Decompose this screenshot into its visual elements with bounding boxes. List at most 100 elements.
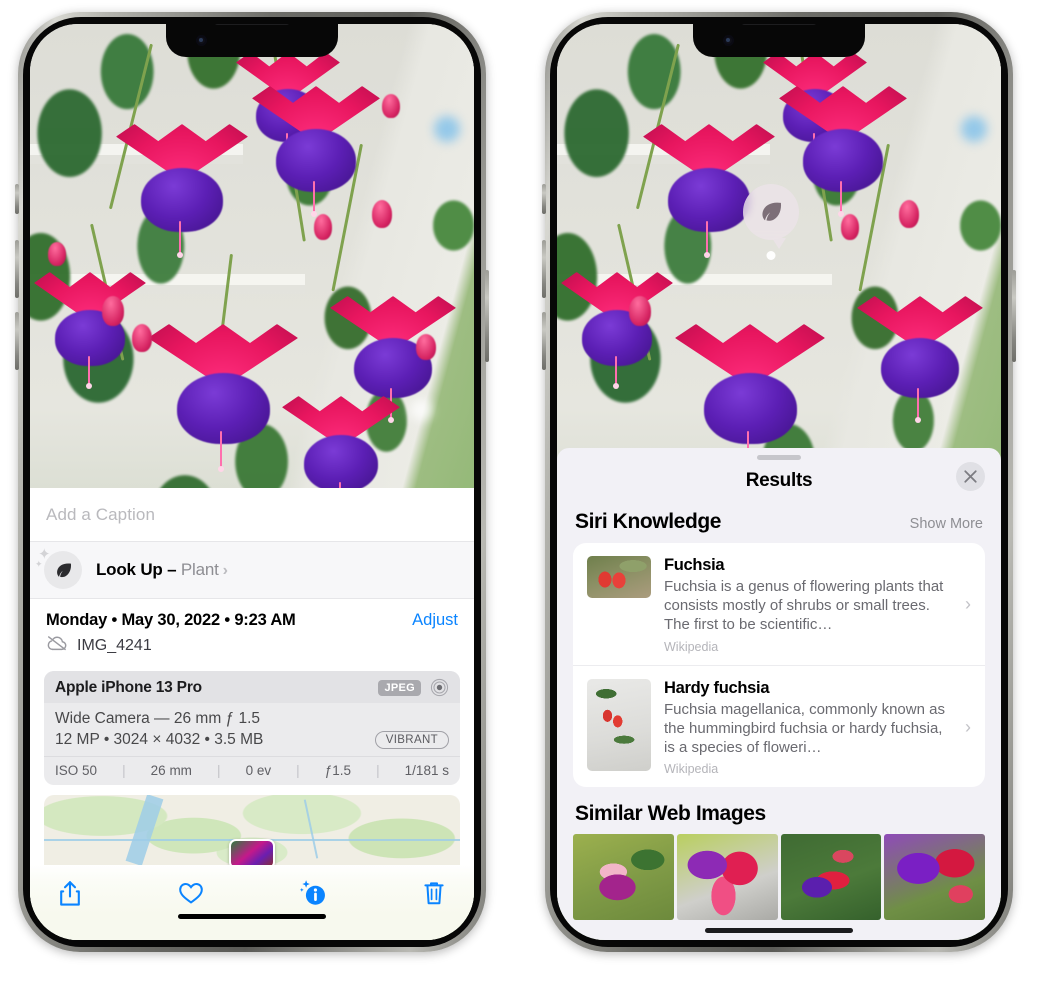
result-thumbnail: [587, 678, 651, 771]
result-text: Fuchsia Fuchsia is a genus of flowering …: [664, 556, 948, 654]
share-icon[interactable]: [56, 878, 84, 908]
info-sparkle-icon[interactable]: [299, 878, 327, 908]
earpiece-speaker: [214, 24, 290, 25]
metadata-file-row: IMG_4241: [46, 635, 458, 656]
result-text: Hardy fuchsia Fuchsia magellanica, commo…: [664, 679, 948, 777]
look-up-row[interactable]: ✦ ✦ Look Up – Plant ›: [30, 541, 474, 598]
photo-location-pin[interactable]: [229, 839, 275, 865]
home-indicator[interactable]: [178, 914, 326, 919]
web-image-thumb[interactable]: [884, 834, 985, 921]
flower-bud: [629, 296, 651, 326]
location-map-card[interactable]: [44, 795, 460, 865]
bokeh-highlight: [434, 116, 460, 142]
fuchsia-bloom: [330, 296, 456, 423]
exif-card[interactable]: Apple iPhone 13 Pro JPEG Wide Camera — 2…: [44, 671, 460, 785]
visual-look-up-badge[interactable]: [743, 184, 799, 240]
bokeh-highlight: [961, 116, 987, 142]
resolution-info: 12 MP • 3024 × 4032 • 3.5 MB: [55, 731, 264, 748]
mute-switch[interactable]: [15, 184, 19, 214]
map-road: [125, 795, 163, 865]
trash-icon[interactable]: [420, 878, 448, 908]
front-camera: [723, 35, 734, 46]
result-title: Hardy fuchsia: [664, 678, 770, 697]
exif-stat-shutter: 1/181 s: [404, 763, 449, 778]
result-title: Fuchsia: [664, 556, 725, 574]
format-badge: JPEG: [378, 679, 421, 696]
fuchsia-bloom: [116, 124, 248, 258]
heart-icon[interactable]: [177, 878, 205, 908]
exif-header: Apple iPhone 13 Pro JPEG: [44, 671, 460, 703]
web-image-thumb[interactable]: [676, 834, 778, 921]
fuchsia-bloom: [675, 324, 825, 472]
volume-down[interactable]: [542, 312, 546, 370]
look-up-icon-wrap: ✦ ✦: [35, 547, 82, 589]
camera-device-name: Apple iPhone 13 Pro: [55, 678, 202, 696]
exif-header-right: JPEG: [378, 678, 449, 697]
volume-up[interactable]: [542, 240, 546, 298]
web-image-thumb[interactable]: [573, 834, 674, 921]
result-description: Fuchsia is a genus of flowering plants t…: [664, 578, 944, 634]
chevron-right-icon: ›: [965, 594, 971, 615]
device-notch: [693, 24, 865, 57]
right-phone: Results Siri Knowledge Show More Fuchsia…: [542, 12, 1016, 952]
look-up-title: Look Up –: [96, 560, 181, 579]
results-header: Results: [557, 460, 1001, 504]
fuchsia-bloom: [857, 296, 983, 423]
resolution-row: 12 MP • 3024 × 4032 • 3.5 MB VIBRANT: [55, 731, 449, 749]
siri-knowledge-card: Fuchsia Fuchsia is a genus of flowering …: [573, 543, 985, 788]
results-title: Results: [745, 470, 813, 491]
fuchsia-bloom: [148, 324, 298, 472]
left-screen: Add a Caption ✦ ✦ Look Up – Plant › Mond…: [30, 24, 474, 940]
cloud-slash-icon: [46, 635, 68, 656]
result-source: Wikipedia: [664, 762, 719, 777]
flower-bud: [416, 334, 436, 360]
exif-divider: |: [376, 763, 380, 778]
web-image-thumb[interactable]: [780, 834, 882, 921]
exif-stat-ev: 0 ev: [245, 763, 272, 778]
left-phone: Add a Caption ✦ ✦ Look Up – Plant › Mond…: [15, 12, 489, 952]
similar-web-images-strip[interactable]: [557, 834, 1001, 921]
leaf-icon: [44, 551, 82, 589]
sparkle-icon: ✦: [35, 559, 43, 569]
caption-input[interactable]: Add a Caption: [30, 488, 474, 541]
power-button[interactable]: [1012, 270, 1016, 362]
exif-divider: |: [217, 763, 221, 778]
result-source: Wikipedia: [664, 639, 719, 654]
flower-bud: [382, 94, 400, 118]
volume-up[interactable]: [15, 240, 19, 298]
lens-info: Wide Camera — 26 mm ƒ 1.5: [55, 710, 261, 727]
flower-bud: [372, 200, 392, 228]
look-up-subject: Plant: [180, 560, 219, 579]
exif-stat-iso: ISO 50: [55, 763, 98, 778]
exif-divider: |: [122, 763, 126, 778]
show-more-button[interactable]: Show More: [910, 516, 983, 532]
fuchsia-bloom: [282, 396, 400, 517]
result-thumbnail: [587, 556, 651, 598]
fuchsia-bloom: [779, 86, 907, 218]
device-notch: [166, 24, 338, 57]
list-item[interactable]: Fuchsia Fuchsia is a genus of flowering …: [573, 543, 985, 665]
chevron-right-icon: ›: [965, 716, 971, 737]
volume-down[interactable]: [15, 312, 19, 370]
list-item[interactable]: Hardy fuchsia Fuchsia magellanica, commo…: [573, 664, 985, 788]
flower-bud: [314, 214, 332, 240]
earpiece-speaker: [741, 24, 817, 25]
flower-bud: [102, 296, 124, 326]
similar-web-images-header: Similar Web Images: [557, 787, 1001, 834]
aperture-icon: [430, 678, 449, 697]
leaf-icon: [762, 202, 782, 221]
photo-toolbar: [30, 865, 474, 914]
mute-switch[interactable]: [542, 184, 546, 214]
look-up-label: Look Up – Plant ›: [96, 560, 228, 580]
metadata-date-row: Monday • May 30, 2022 • 9:23 AM Adjust: [46, 611, 458, 630]
adjust-button[interactable]: Adjust: [412, 611, 458, 630]
color-profile-badge: VIBRANT: [374, 731, 449, 749]
chevron-right-icon: ›: [222, 562, 228, 579]
photo-date: Monday • May 30, 2022 • 9:23 AM: [46, 611, 296, 629]
close-icon[interactable]: [956, 462, 985, 491]
siri-knowledge-title: Siri Knowledge: [575, 510, 722, 533]
flower-bud: [899, 200, 919, 228]
fuchsia-bloom: [34, 272, 146, 390]
home-indicator[interactable]: [705, 928, 853, 933]
power-button[interactable]: [485, 270, 489, 362]
